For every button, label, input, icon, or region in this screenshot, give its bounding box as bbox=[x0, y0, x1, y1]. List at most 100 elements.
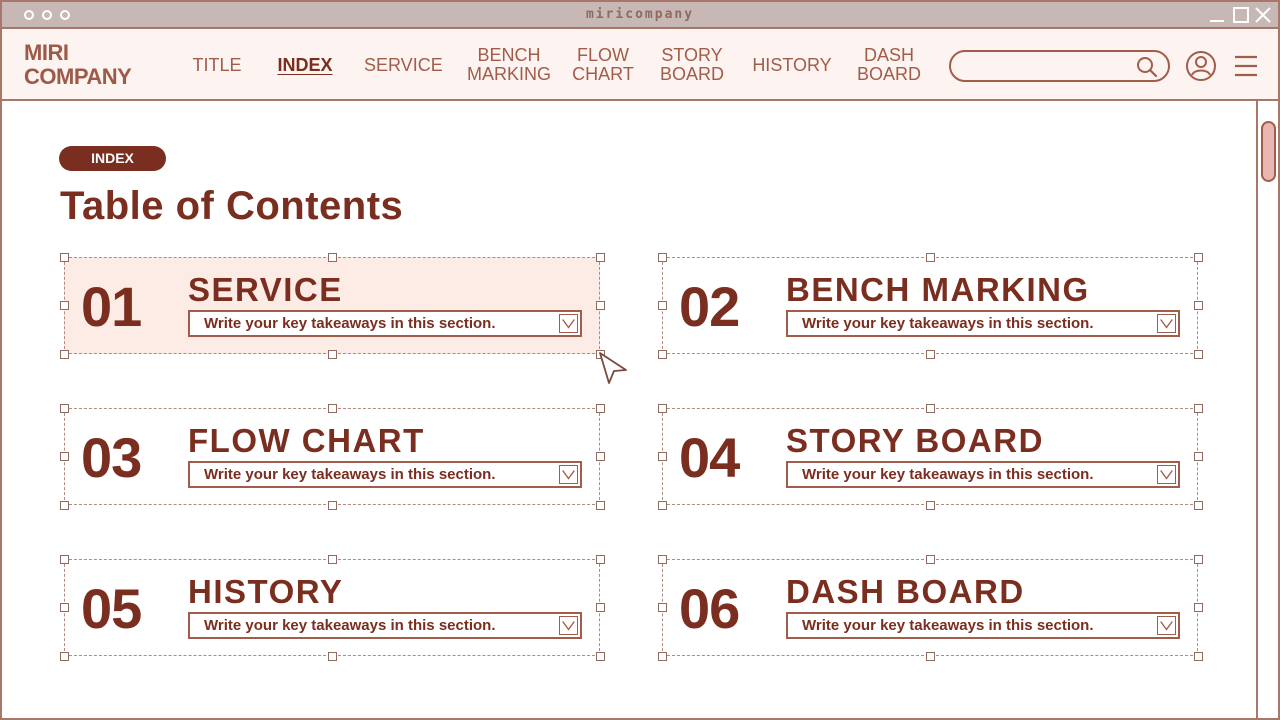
resize-handle[interactable] bbox=[59, 403, 69, 413]
takeaway-text: Write your key takeaways in this section… bbox=[802, 466, 1094, 483]
hamburger-menu-icon[interactable] bbox=[1233, 54, 1259, 78]
company-logo[interactable]: MIRI COMPANY bbox=[24, 41, 132, 89]
card-number: 06 bbox=[679, 577, 740, 640]
takeaway-text: Write your key takeaways in this section… bbox=[204, 466, 496, 483]
resize-handle[interactable] bbox=[657, 554, 667, 564]
card-title: STORY BOARD bbox=[786, 422, 1044, 459]
maximize-icon[interactable] bbox=[1232, 6, 1250, 24]
takeaway-field[interactable]: Write your key takeaways in this section… bbox=[786, 612, 1180, 639]
takeaway-text: Write your key takeaways in this section… bbox=[802, 617, 1094, 634]
resize-handle[interactable] bbox=[59, 349, 69, 359]
minimize-icon[interactable] bbox=[1208, 6, 1226, 24]
nav-item-flow-chart[interactable]: FLOW CHART bbox=[568, 46, 638, 84]
resize-handle[interactable] bbox=[657, 301, 667, 310]
resize-handle[interactable] bbox=[327, 554, 337, 564]
resize-handle[interactable] bbox=[657, 349, 667, 359]
resize-handle[interactable] bbox=[657, 252, 667, 262]
resize-handle[interactable] bbox=[925, 500, 935, 510]
resize-handle[interactable] bbox=[925, 252, 935, 262]
resize-handle[interactable] bbox=[59, 452, 69, 461]
chevron-down-icon[interactable] bbox=[559, 616, 578, 635]
resize-handle[interactable] bbox=[59, 603, 69, 612]
chevron-down-icon[interactable] bbox=[1157, 616, 1176, 635]
scrollbar-track[interactable] bbox=[1256, 101, 1258, 718]
resize-handle[interactable] bbox=[595, 651, 605, 661]
toc-card-flow-chart[interactable]: 03 FLOW CHART Write your key takeaways i… bbox=[59, 403, 605, 510]
resize-handle[interactable] bbox=[595, 554, 605, 564]
chevron-down-icon[interactable] bbox=[1157, 314, 1176, 333]
nav-item-service[interactable]: SERVICE bbox=[364, 56, 443, 75]
resize-handle[interactable] bbox=[327, 403, 337, 413]
resize-handle[interactable] bbox=[59, 252, 69, 262]
window-title: miricompany bbox=[585, 7, 695, 22]
resize-handle[interactable] bbox=[1193, 554, 1203, 564]
search-icon[interactable] bbox=[1136, 56, 1158, 78]
nav-item-label: MARKING bbox=[466, 64, 551, 84]
takeaway-field[interactable]: Write your key takeaways in this section… bbox=[786, 461, 1180, 488]
card-number: 05 bbox=[81, 577, 142, 640]
chevron-down-icon[interactable] bbox=[559, 465, 578, 484]
chevron-down-icon[interactable] bbox=[1157, 465, 1176, 484]
resize-handle[interactable] bbox=[327, 349, 337, 359]
nav-item-label: BOARD bbox=[856, 64, 921, 84]
resize-handle[interactable] bbox=[1193, 252, 1203, 262]
resize-handle[interactable] bbox=[595, 252, 605, 262]
toc-card-bench-marking[interactable]: 02 BENCH MARKING Write your key takeaway… bbox=[657, 252, 1203, 359]
resize-handle[interactable] bbox=[1193, 603, 1203, 612]
nav-item-bench-marking[interactable]: BENCH MARKING bbox=[464, 46, 554, 84]
toc-card-history[interactable]: 05 HISTORY Write your key takeaways in t… bbox=[59, 554, 605, 661]
nav-item-title[interactable]: TITLE bbox=[191, 56, 243, 75]
resize-handle[interactable] bbox=[925, 403, 935, 413]
resize-handle[interactable] bbox=[1193, 452, 1203, 461]
resize-handle[interactable] bbox=[595, 500, 605, 510]
resize-handle[interactable] bbox=[59, 651, 69, 661]
resize-handle[interactable] bbox=[327, 252, 337, 262]
takeaway-field[interactable]: Write your key takeaways in this section… bbox=[188, 461, 582, 488]
toc-card-service[interactable]: 01 SERVICE Write your key takeaways in t… bbox=[59, 252, 605, 359]
nav-item-label: CHART bbox=[572, 64, 634, 84]
nav-bar: MIRI COMPANY TITLE INDEX SERVICE BENCH M… bbox=[2, 29, 1278, 101]
resize-handle[interactable] bbox=[595, 603, 605, 612]
nav-item-history[interactable]: HISTORY bbox=[750, 56, 834, 75]
resize-handle[interactable] bbox=[925, 651, 935, 661]
takeaway-field[interactable]: Write your key takeaways in this section… bbox=[188, 612, 582, 639]
resize-handle[interactable] bbox=[59, 500, 69, 510]
nav-item-label: FLOW bbox=[577, 45, 629, 65]
nav-item-dash-board[interactable]: DASH BOARD bbox=[854, 46, 924, 84]
chevron-down-icon[interactable] bbox=[559, 314, 578, 333]
resize-handle[interactable] bbox=[657, 403, 667, 413]
nav-item-story-board[interactable]: STORY BOARD bbox=[654, 46, 730, 84]
resize-handle[interactable] bbox=[925, 349, 935, 359]
resize-handle[interactable] bbox=[657, 651, 667, 661]
takeaway-field[interactable]: Write your key takeaways in this section… bbox=[188, 310, 582, 337]
search-input[interactable] bbox=[965, 57, 1135, 77]
toc-card-story-board[interactable]: 04 STORY BOARD Write your key takeaways … bbox=[657, 403, 1203, 510]
resize-handle[interactable] bbox=[59, 301, 69, 310]
resize-handle[interactable] bbox=[327, 500, 337, 510]
resize-handle[interactable] bbox=[925, 554, 935, 564]
resize-handle[interactable] bbox=[1193, 349, 1203, 359]
resize-handle[interactable] bbox=[59, 554, 69, 564]
resize-handle[interactable] bbox=[1193, 500, 1203, 510]
resize-handle[interactable] bbox=[657, 603, 667, 612]
nav-item-index[interactable]: INDEX bbox=[275, 56, 335, 75]
resize-handle[interactable] bbox=[595, 301, 605, 310]
toc-card-dash-board[interactable]: 06 DASH BOARD Write your key takeaways i… bbox=[657, 554, 1203, 661]
nav-item-label: BENCH bbox=[477, 45, 541, 65]
resize-handle[interactable] bbox=[595, 452, 605, 461]
nav-item-label: BOARD bbox=[659, 64, 724, 84]
resize-handle[interactable] bbox=[327, 651, 337, 661]
resize-handle[interactable] bbox=[595, 403, 605, 413]
card-number: 01 bbox=[81, 275, 142, 338]
card-title: SERVICE bbox=[188, 271, 343, 308]
resize-handle[interactable] bbox=[657, 500, 667, 510]
card-title: FLOW CHART bbox=[188, 422, 425, 459]
close-icon[interactable] bbox=[1254, 6, 1272, 24]
scrollbar-thumb[interactable] bbox=[1261, 121, 1276, 182]
user-icon[interactable] bbox=[1185, 50, 1217, 82]
resize-handle[interactable] bbox=[1193, 403, 1203, 413]
resize-handle[interactable] bbox=[657, 452, 667, 461]
takeaway-field[interactable]: Write your key takeaways in this section… bbox=[786, 310, 1180, 337]
resize-handle[interactable] bbox=[1193, 301, 1203, 310]
resize-handle[interactable] bbox=[1193, 651, 1203, 661]
